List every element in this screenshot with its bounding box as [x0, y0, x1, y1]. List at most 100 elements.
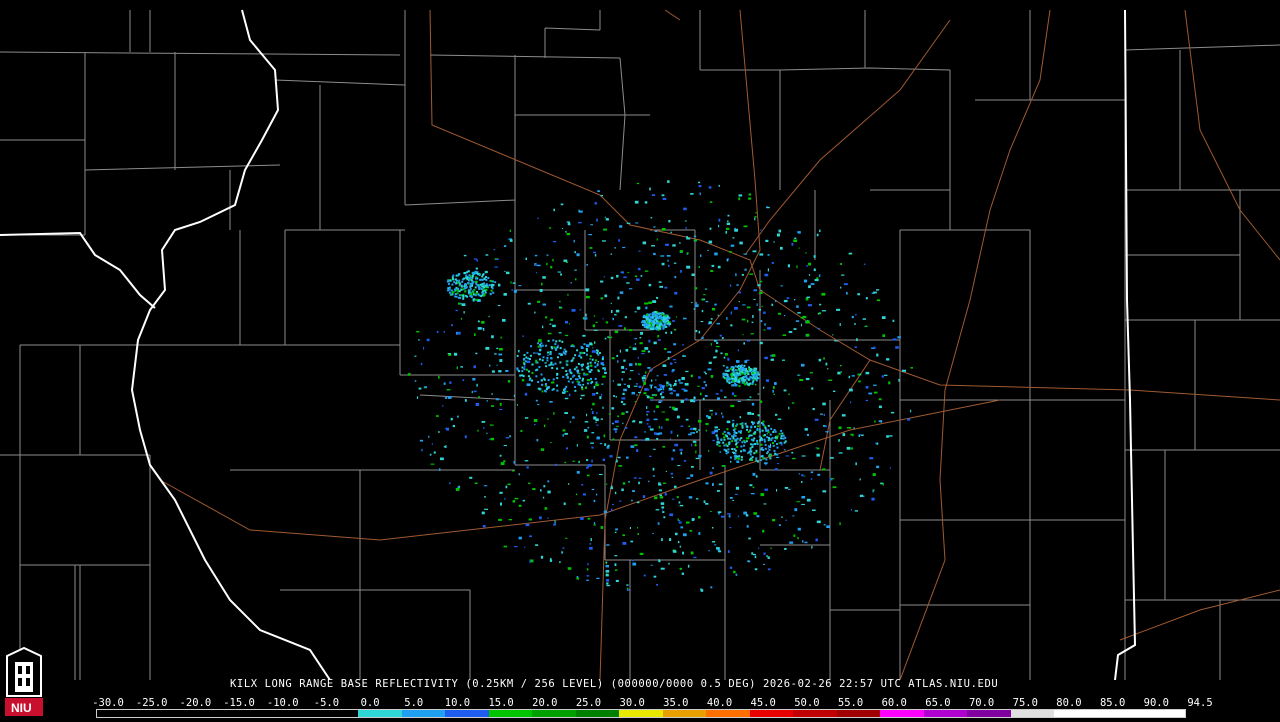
echo-pixel [626, 222, 631, 224]
echo-pixel [474, 270, 477, 273]
echo-pixel [564, 397, 569, 400]
echo-pixel [734, 380, 737, 382]
echo-pixel [655, 394, 657, 397]
echo-pixel [654, 496, 658, 500]
echo-pixel [854, 510, 858, 512]
echo-pixel [586, 474, 590, 477]
echo-pixel [823, 425, 825, 427]
echo-pixel [593, 385, 596, 389]
echo-pixel [627, 272, 630, 274]
echo-pixel [707, 368, 712, 371]
echo-pixel [714, 252, 718, 256]
echo-pixel [742, 334, 744, 336]
echo-pixel [716, 438, 719, 441]
echo-pixel [738, 377, 741, 380]
echo-pixel [540, 379, 543, 382]
echo-pixel [489, 424, 494, 426]
colorbar-segment [488, 710, 533, 717]
echo-pixel [636, 182, 640, 185]
echo-pixel [759, 341, 763, 345]
echo-pixel [570, 360, 573, 363]
echo-pixel [485, 279, 488, 281]
echo-pixel [571, 309, 576, 312]
echo-pixel [709, 510, 712, 512]
echo-pixel [712, 526, 714, 529]
echo-pixel [622, 392, 625, 395]
echo-pixel [693, 427, 697, 430]
echo-pixel [862, 318, 866, 320]
echo-pixel [784, 440, 787, 443]
echo-pixel [539, 358, 541, 361]
echo-pixel [767, 429, 770, 432]
echo-pixel [602, 375, 606, 378]
echo-pixel [623, 388, 627, 392]
echo-pixel [659, 285, 663, 288]
echo-pixel [691, 302, 693, 304]
echo-pixel [646, 395, 650, 399]
echo-pixel [460, 303, 462, 305]
echo-pixel [763, 438, 766, 441]
echo-pixel [840, 263, 842, 265]
echo-pixel [651, 394, 656, 396]
echo-pixel [685, 226, 687, 230]
echo-pixel [482, 292, 485, 295]
echo-pixel [637, 307, 641, 310]
echo-pixel [755, 475, 758, 478]
echo-pixel [734, 227, 736, 230]
echo-pixel [737, 457, 740, 460]
colorbar-segment [271, 710, 315, 717]
echo-pixel [542, 496, 545, 499]
echo-pixel [563, 502, 566, 506]
echo-pixel [551, 347, 554, 350]
echo-pixel [628, 481, 630, 483]
echo-pixel [745, 375, 748, 378]
echo-pixel [700, 321, 704, 323]
echo-pixel [503, 460, 506, 463]
echo-pixel [719, 451, 721, 453]
echo-pixel [810, 283, 815, 285]
echo-pixel [766, 433, 768, 435]
echo-pixel [457, 296, 460, 299]
echo-pixel [651, 245, 655, 247]
echo-pixel [626, 584, 629, 586]
echo-pixel [590, 369, 593, 372]
echo-pixel [726, 380, 729, 383]
echo-pixel [737, 400, 741, 402]
echo-pixel [782, 434, 785, 437]
echo-pixel [646, 411, 650, 413]
echo-pixel [612, 317, 614, 321]
echo-pixel [560, 273, 562, 276]
echo-pixel [694, 429, 697, 431]
echo-pixel [524, 417, 529, 419]
echo-pixel [614, 563, 617, 566]
echo-pixel [528, 370, 530, 373]
echo-pixel [731, 392, 735, 396]
echo-pixel [661, 194, 665, 197]
echo-pixel [661, 506, 665, 509]
echo-pixel [668, 317, 671, 319]
echo-pixel [491, 284, 494, 287]
echo-pixel [600, 418, 603, 420]
echo-pixel [661, 262, 665, 266]
echo-pixel [659, 400, 663, 402]
echo-pixel [705, 384, 707, 387]
echo-pixel [629, 363, 633, 367]
echo-pixel [757, 422, 760, 425]
echo-pixel [698, 419, 702, 423]
echo-pixel [761, 305, 763, 308]
echo-pixel [498, 518, 502, 521]
echo-pixel [582, 493, 586, 496]
echo-pixel [884, 374, 888, 376]
echo-pixel [662, 325, 665, 328]
echo-pixel [784, 487, 789, 489]
echo-pixel [472, 291, 475, 294]
echo-pixel [892, 338, 897, 341]
echo-pixel [601, 383, 604, 385]
echo-pixel [545, 316, 548, 319]
echo-pixel [600, 280, 604, 283]
echo-pixel [461, 303, 466, 306]
echo-pixel [614, 330, 619, 334]
echo-pixel [686, 237, 691, 240]
echo-pixel [729, 437, 732, 440]
echo-pixel [550, 357, 553, 360]
